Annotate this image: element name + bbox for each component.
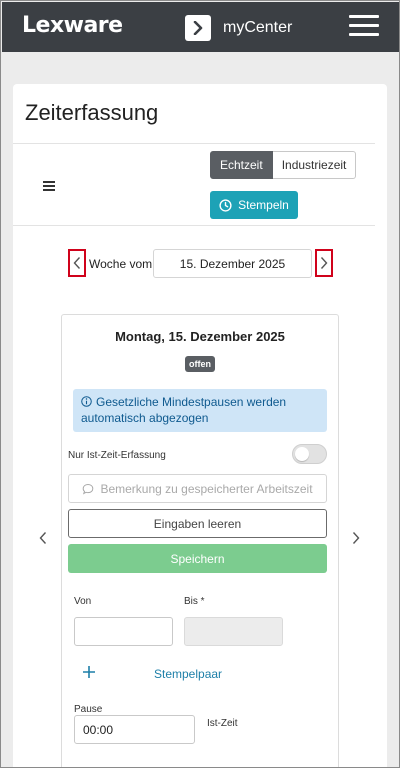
von-input[interactable] — [74, 617, 173, 646]
clock-icon — [219, 198, 232, 212]
bis-input[interactable] — [184, 617, 283, 646]
tab-industriezeit[interactable]: Industriezeit — [272, 151, 357, 179]
nur-ist-zeit-label: Nur Ist-Zeit-Erfassung — [68, 450, 166, 461]
remark-input[interactable]: Bemerkung zu gespeicherter Arbeitszeit — [68, 474, 327, 503]
chevron-right-icon[interactable] — [185, 15, 211, 41]
list-menu-icon[interactable] — [43, 181, 55, 191]
next-day-icon[interactable] — [351, 531, 361, 545]
previous-week-button[interactable] — [68, 249, 86, 277]
page-title: Zeiterfassung — [25, 100, 159, 125]
info-text: Gesetzliche Mindestpausen werden automat… — [81, 395, 287, 425]
divider — [13, 225, 375, 226]
main-card: Zeiterfassung Echtzeit Industriezeit Ste… — [13, 84, 387, 767]
info-alert: Gesetzliche Mindestpausen werden automat… — [73, 389, 327, 432]
tab-echtzeit[interactable]: Echtzeit — [210, 151, 273, 179]
clear-inputs-button[interactable]: Eingaben leeren — [68, 509, 327, 538]
previous-day-icon[interactable] — [38, 531, 48, 545]
chevron-right-icon — [320, 257, 328, 269]
stempeln-label: Stempeln — [238, 198, 289, 212]
von-label: Von — [74, 596, 92, 607]
pause-input[interactable]: 00:00 — [74, 715, 195, 744]
divider — [13, 143, 375, 144]
chevron-left-icon — [73, 257, 81, 269]
time-mode-toggle: Echtzeit Industriezeit — [210, 151, 357, 179]
day-title: Montag, 15. Dezember 2025 — [115, 329, 285, 344]
week-date-field[interactable]: 15. Dezember 2025 — [153, 249, 312, 278]
week-label: Woche vom — [89, 257, 153, 271]
app-name[interactable]: myCenter — [223, 19, 292, 37]
nur-ist-zeit-toggle[interactable] — [292, 444, 327, 464]
status-badge: offen — [185, 356, 215, 372]
info-circle-icon — [81, 396, 92, 407]
ist-zeit-label: Ist-Zeit — [207, 718, 238, 729]
stempeln-button[interactable]: Stempeln — [210, 191, 298, 219]
app-frame: Lexware myCenter Zeiterfassung Echtzeit … — [0, 0, 400, 768]
bis-label: Bis * — [184, 596, 205, 607]
add-stempelpaar-link[interactable]: Stempelpaar — [154, 667, 222, 681]
plus-icon[interactable] — [82, 665, 96, 679]
next-week-button[interactable] — [315, 249, 333, 277]
app-switcher[interactable]: myCenter — [185, 14, 292, 42]
lexware-logo[interactable]: Lexware — [22, 13, 123, 38]
save-button[interactable]: Speichern — [68, 544, 327, 573]
hamburger-icon[interactable] — [349, 15, 379, 39]
day-panel: Montag, 15. Dezember 2025 offen Gesetzli… — [61, 314, 339, 767]
remark-placeholder: Bemerkung zu gespeicherter Arbeitszeit — [100, 481, 313, 496]
comment-icon — [83, 483, 94, 495]
top-navbar: Lexware myCenter — [2, 2, 399, 52]
pause-label: Pause — [74, 704, 103, 715]
